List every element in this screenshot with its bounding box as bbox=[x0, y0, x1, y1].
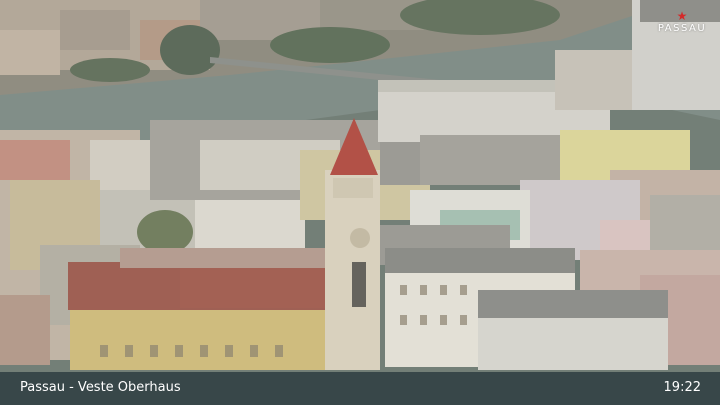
logo-text: PASSAU bbox=[657, 23, 707, 34]
webcam-image bbox=[0, 0, 720, 405]
location-caption: Passau - Veste Oberhaus bbox=[20, 380, 181, 395]
caption-bar: Passau - Veste Oberhaus 19:22 bbox=[0, 372, 720, 405]
passau-logo: ★ PASSAU bbox=[654, 10, 710, 36]
webcam-frame: ★ PASSAU Passau - Veste Oberhaus 19:22 bbox=[0, 0, 720, 405]
star-icon: ★ bbox=[676, 9, 688, 23]
time-label: 19:22 bbox=[663, 380, 701, 395]
